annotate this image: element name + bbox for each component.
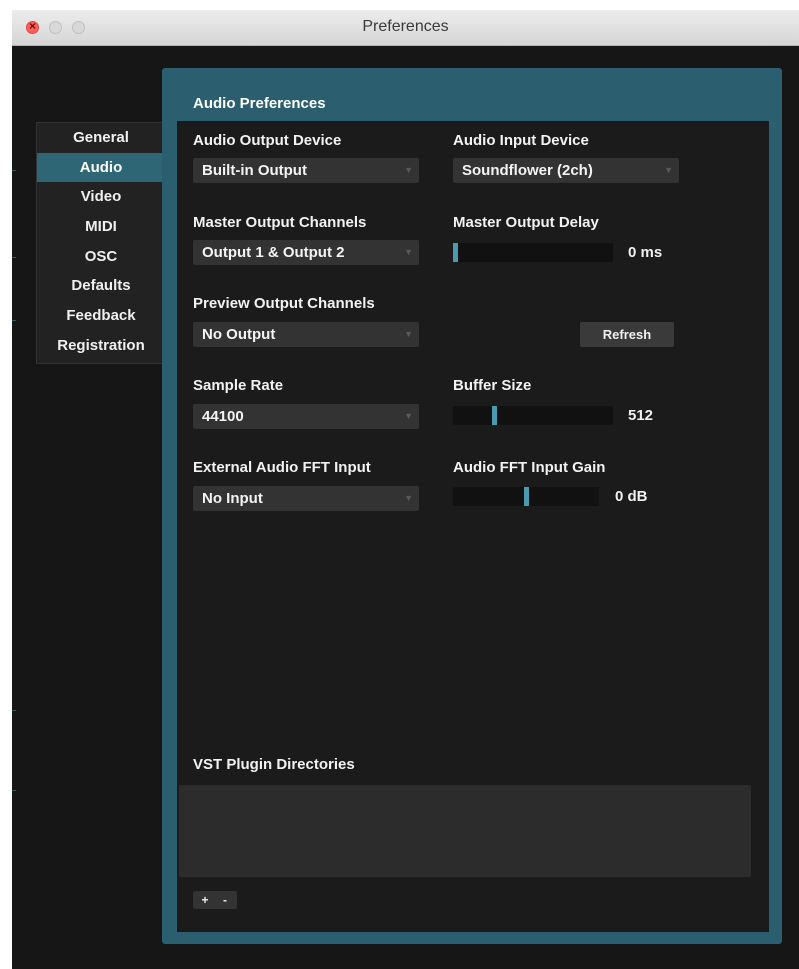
sample-rate-value: 44100	[202, 408, 244, 425]
master-output-delay-value: 0 ms	[628, 244, 663, 261]
audio-output-device-dropdown[interactable]: Built-in Output ▼	[193, 158, 419, 183]
external-fft-input-label: External Audio FFT Input	[193, 459, 371, 476]
edge-marker	[12, 257, 16, 258]
preferences-window: Preferences General Audio Video MIDI OSC…	[12, 10, 799, 969]
sidebar-item-general[interactable]: General	[37, 123, 165, 153]
preview-output-channels-value: No Output	[202, 326, 276, 343]
audio-output-device-label: Audio Output Device	[193, 132, 342, 149]
edge-marker	[12, 320, 16, 321]
fft-input-gain-slider[interactable]	[453, 487, 599, 506]
preview-output-channels-dropdown[interactable]: No Output ▼	[193, 322, 419, 347]
sidebar-item-registration[interactable]: Registration	[37, 331, 165, 361]
title-bar: Preferences	[12, 10, 799, 46]
preferences-sidebar: General Audio Video MIDI OSC Defaults Fe…	[36, 122, 165, 364]
dropdown-arrow-icon: ▼	[404, 493, 413, 503]
audio-input-device-value: Soundflower (2ch)	[462, 162, 593, 179]
sidebar-item-audio[interactable]: Audio	[37, 152, 165, 183]
dropdown-arrow-icon: ▼	[664, 165, 673, 175]
sample-rate-dropdown[interactable]: 44100 ▼	[193, 404, 419, 429]
sidebar-item-defaults[interactable]: Defaults	[37, 271, 165, 301]
vst-add-remove-group: + -	[193, 891, 237, 909]
vst-directories-list[interactable]	[179, 785, 751, 877]
slider-thumb[interactable]	[492, 406, 497, 425]
buffer-size-value: 512	[628, 407, 654, 424]
audio-preferences-panel: Audio Preferences Audio Output Device Bu…	[162, 68, 782, 944]
sidebar-item-midi[interactable]: MIDI	[37, 212, 165, 242]
master-output-delay-slider[interactable]	[453, 243, 613, 262]
dropdown-arrow-icon: ▼	[404, 165, 413, 175]
fft-input-gain-value: 0 dB	[615, 488, 648, 505]
sidebar-item-feedback[interactable]: Feedback	[37, 301, 165, 331]
window-title: Preferences	[362, 18, 449, 35]
buffer-size-slider[interactable]	[453, 406, 613, 425]
master-output-channels-dropdown[interactable]: Output 1 & Output 2 ▼	[193, 240, 419, 265]
master-output-channels-value: Output 1 & Output 2	[202, 244, 345, 261]
sidebar-item-video[interactable]: Video	[37, 182, 165, 212]
audio-input-device-dropdown[interactable]: Soundflower (2ch) ▼	[453, 158, 679, 183]
panel-title: Audio Preferences	[193, 95, 326, 112]
slider-thumb[interactable]	[453, 243, 458, 262]
audio-output-device-value: Built-in Output	[202, 162, 307, 179]
add-directory-button[interactable]: +	[195, 891, 215, 909]
refresh-button[interactable]: Refresh	[580, 322, 674, 347]
edge-marker	[12, 790, 16, 791]
preview-output-channels-label: Preview Output Channels	[193, 295, 375, 312]
panel-content: Audio Output Device Built-in Output ▼ Au…	[177, 121, 769, 932]
dropdown-arrow-icon: ▼	[404, 411, 413, 421]
slider-thumb[interactable]	[524, 487, 529, 506]
sample-rate-label: Sample Rate	[193, 377, 284, 394]
buffer-size-label: Buffer Size	[453, 377, 532, 394]
external-fft-input-value: No Input	[202, 490, 263, 507]
dropdown-arrow-icon: ▼	[404, 329, 413, 339]
dropdown-arrow-icon: ▼	[404, 247, 413, 257]
vst-plugin-directories-label: VST Plugin Directories	[193, 756, 355, 773]
master-output-channels-label: Master Output Channels	[193, 214, 367, 231]
edge-marker	[12, 710, 16, 711]
remove-directory-button[interactable]: -	[215, 891, 235, 909]
audio-input-device-label: Audio Input Device	[453, 132, 589, 149]
fft-input-gain-label: Audio FFT Input Gain	[453, 459, 606, 476]
sidebar-item-osc[interactable]: OSC	[37, 242, 165, 272]
external-fft-input-dropdown[interactable]: No Input ▼	[193, 486, 419, 511]
edge-marker	[12, 170, 16, 171]
master-output-delay-label: Master Output Delay	[453, 214, 599, 231]
